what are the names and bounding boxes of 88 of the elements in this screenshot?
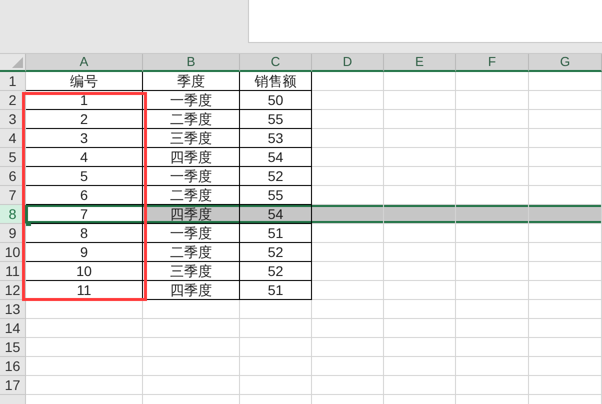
table-cell bbox=[384, 205, 456, 224]
table-cell: 四季度 bbox=[143, 205, 240, 224]
column-header[interactable]: A bbox=[26, 54, 143, 72]
table-cell: 53 bbox=[240, 129, 312, 148]
table-cell bbox=[312, 357, 384, 376]
select-all-corner[interactable] bbox=[0, 54, 26, 72]
table-cell bbox=[312, 205, 384, 224]
table-cell bbox=[384, 72, 456, 91]
table-cell: 51 bbox=[240, 224, 312, 243]
table-cell bbox=[312, 186, 384, 205]
table-cell bbox=[312, 338, 384, 357]
table-cell: 50 bbox=[240, 91, 312, 110]
table-cell: 54 bbox=[240, 205, 312, 224]
table-cell bbox=[384, 376, 456, 395]
table-cell bbox=[384, 148, 456, 167]
table-cell bbox=[240, 357, 312, 376]
table-cell: 7 bbox=[26, 205, 143, 224]
column-header[interactable]: E bbox=[384, 54, 456, 72]
table-cell bbox=[312, 224, 384, 243]
row-header[interactable]: 13 bbox=[0, 300, 26, 319]
table-cell bbox=[384, 224, 456, 243]
table-cell bbox=[312, 376, 384, 395]
table-cell: 一季度 bbox=[143, 91, 240, 110]
table-cell bbox=[384, 319, 456, 338]
table-cell bbox=[240, 319, 312, 338]
column-header[interactable]: D bbox=[312, 54, 384, 72]
table-cell bbox=[312, 110, 384, 129]
table-cell bbox=[384, 357, 456, 376]
table-cell: 3 bbox=[26, 129, 143, 148]
table-cell bbox=[384, 91, 456, 110]
table-cell bbox=[384, 338, 456, 357]
row-header[interactable]: 17 bbox=[0, 376, 26, 395]
table-cell: 55 bbox=[240, 110, 312, 129]
table-cell: 51 bbox=[240, 281, 312, 300]
table-cell bbox=[384, 167, 456, 186]
table-cell: 55 bbox=[240, 186, 312, 205]
table-cell bbox=[312, 148, 384, 167]
table-cell bbox=[240, 338, 312, 357]
column-header[interactable]: C bbox=[240, 54, 312, 72]
table-cell: 52 bbox=[240, 262, 312, 281]
table-cell: 52 bbox=[240, 167, 312, 186]
row-header[interactable]: 15 bbox=[0, 338, 26, 357]
table-cell: 2 bbox=[26, 110, 143, 129]
table-cell bbox=[384, 281, 456, 300]
table-cell bbox=[312, 129, 384, 148]
table-cell bbox=[384, 243, 456, 262]
table-cell bbox=[384, 300, 456, 319]
table-cell: 5 bbox=[26, 167, 143, 186]
table-cell bbox=[312, 91, 384, 110]
triangle-icon bbox=[12, 57, 23, 68]
table-cell: 四季度 bbox=[143, 148, 240, 167]
table-cell bbox=[312, 243, 384, 262]
table-cell: 三季度 bbox=[143, 262, 240, 281]
table-cell bbox=[312, 262, 384, 281]
table-cell bbox=[384, 262, 456, 281]
table-cell: 54 bbox=[240, 148, 312, 167]
table-cell: 8 bbox=[26, 224, 143, 243]
table-cell bbox=[312, 281, 384, 300]
table-cell: 4 bbox=[26, 148, 143, 167]
table-cell bbox=[384, 186, 456, 205]
column-header[interactable]: F bbox=[456, 54, 529, 72]
table-cell: 6 bbox=[26, 186, 143, 205]
table-cell: 三季度 bbox=[143, 129, 240, 148]
table-cell: 52 bbox=[240, 243, 312, 262]
table-cell: 编号 bbox=[26, 72, 143, 91]
table-cell: 一季度 bbox=[143, 224, 240, 243]
table-cell: 季度 bbox=[143, 72, 240, 91]
table-cell bbox=[312, 72, 384, 91]
column-header[interactable]: G bbox=[529, 54, 602, 72]
table-cell: 二季度 bbox=[143, 186, 240, 205]
table-cell: 10 bbox=[26, 262, 143, 281]
row-header[interactable]: 16 bbox=[0, 357, 26, 376]
table-cell bbox=[240, 300, 312, 319]
table-cell bbox=[312, 319, 384, 338]
table-cell bbox=[240, 376, 312, 395]
column-header[interactable]: B bbox=[143, 54, 240, 72]
table-cell: 销售额 bbox=[240, 72, 312, 91]
row-header[interactable]: 14 bbox=[0, 319, 26, 338]
table-cell: 9 bbox=[26, 243, 143, 262]
table-cell bbox=[312, 300, 384, 319]
table-cell: 二季度 bbox=[143, 243, 240, 262]
fill-handle-icon[interactable] bbox=[26, 221, 31, 226]
table-cell: 二季度 bbox=[143, 110, 240, 129]
row-header[interactable]: 1 bbox=[0, 72, 26, 91]
table-cell bbox=[384, 129, 456, 148]
table-cell bbox=[384, 110, 456, 129]
table-cell: 一季度 bbox=[143, 167, 240, 186]
table-cell bbox=[312, 167, 384, 186]
